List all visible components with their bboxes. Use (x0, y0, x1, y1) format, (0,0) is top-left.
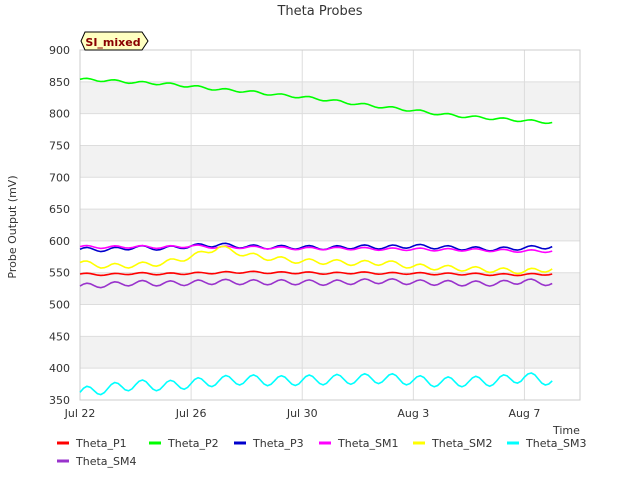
legend-label: Theta_SM3 (525, 437, 586, 450)
legend-item-theta-sm3: Theta_SM3 (507, 437, 586, 450)
legend: Theta_P1 Theta_P2 Theta_P3 Theta_SM1 Theta_S… (57, 437, 586, 468)
x-tick-label: Aug 3 (397, 407, 429, 420)
legend-item-theta-sm1: Theta_SM1 (319, 437, 398, 450)
chart-svg: Jul 22 Jul 26 Jul 30 Aug 3 Aug 7 350 400 450 50… (6, 4, 586, 468)
y-axis-ticks: 350 400 450 500 550 600 650 700 750 800 850 900 (49, 44, 70, 407)
y-tick-label: 650 (49, 203, 70, 216)
site-badge-text: SI_mixed (85, 36, 140, 49)
plot-band (80, 368, 580, 400)
legend-label: Theta_P2 (167, 437, 219, 450)
y-tick-label: 350 (49, 394, 70, 407)
x-tick-label: Aug 7 (508, 407, 540, 420)
y-tick-label: 700 (49, 171, 70, 184)
x-axis-label: Time (552, 424, 580, 437)
y-tick-label: 400 (49, 362, 70, 375)
plot-band (80, 145, 580, 178)
legend-item-theta-sm2: Theta_SM2 (413, 437, 492, 450)
plot-band (80, 81, 580, 114)
y-tick-label: 550 (49, 267, 70, 280)
legend-label: Theta_P3 (252, 437, 304, 450)
legend-item-theta-p3: Theta_P3 (234, 437, 304, 450)
legend-item-theta-p2: Theta_P2 (149, 437, 219, 450)
x-tick-label: Jul 26 (175, 407, 207, 420)
plot-band (80, 272, 580, 305)
plot-band (80, 209, 580, 241)
x-tick-label: Jul 22 (64, 407, 96, 420)
chart-root: Jul 22 Jul 26 Jul 30 Aug 3 Aug 7 350 400 450 50… (0, 0, 640, 480)
y-tick-label: 450 (49, 330, 70, 343)
legend-item-theta-sm4: Theta_SM4 (57, 455, 136, 468)
plot-band (80, 50, 580, 82)
x-tick-label: Jul 30 (286, 407, 318, 420)
legend-label: Theta_SM2 (431, 437, 492, 450)
y-axis-label: Probe Output (mV) (6, 175, 19, 278)
legend-label: Theta_SM1 (337, 437, 398, 450)
site-badge: SI_mixed (80, 31, 149, 51)
chart-title: Theta Probes (276, 4, 362, 19)
y-tick-label: 600 (49, 235, 70, 248)
y-tick-label: 900 (49, 44, 70, 57)
x-axis-ticks: Jul 22 Jul 26 Jul 30 Aug 3 Aug 7 (64, 407, 541, 420)
y-tick-label: 750 (49, 139, 70, 152)
legend-label: Theta_SM4 (75, 455, 136, 468)
y-tick-label: 800 (49, 108, 70, 121)
y-tick-label: 850 (49, 76, 70, 89)
plot-band (80, 304, 580, 337)
legend-label: Theta_P1 (75, 437, 127, 450)
plot-band (80, 336, 580, 369)
plot-band (80, 177, 580, 210)
plot-bands (80, 50, 580, 400)
legend-item-theta-p1: Theta_P1 (57, 437, 127, 450)
y-tick-label: 500 (49, 299, 70, 312)
